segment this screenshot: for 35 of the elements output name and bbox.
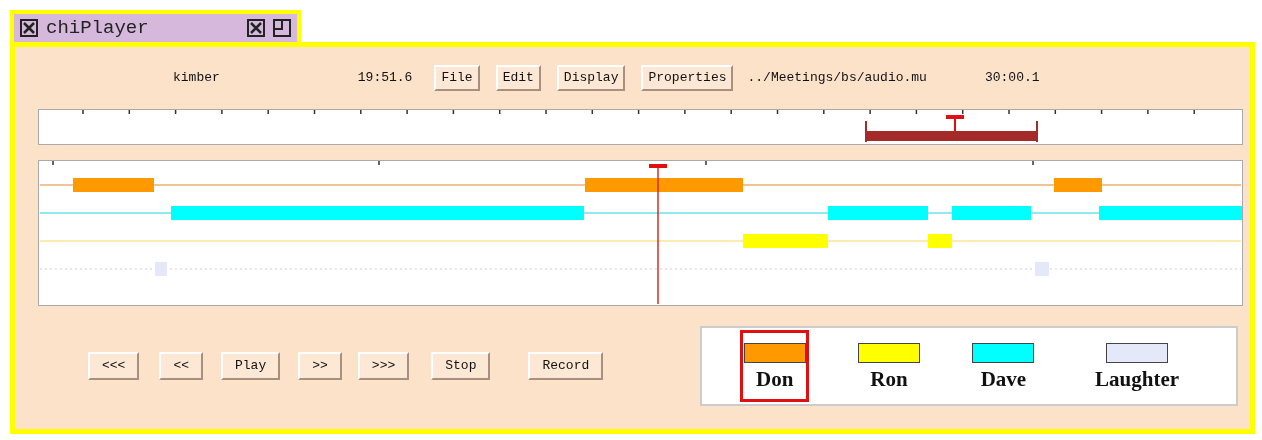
playhead-marker[interactable]: [946, 115, 964, 132]
speech-segment: [1054, 178, 1102, 192]
legend-item[interactable]: Don: [740, 330, 810, 402]
laughter-segment: [155, 262, 167, 276]
file-path: ../Meetings/bs/audio.mu: [747, 69, 927, 88]
menu-button[interactable]: Display: [556, 65, 626, 91]
menu-button[interactable]: Edit: [495, 65, 541, 91]
close-icon[interactable]: [20, 19, 38, 37]
speech-segment: [928, 234, 952, 248]
close-icon[interactable]: [247, 19, 265, 37]
menu-button[interactable]: Properties: [641, 65, 734, 91]
legend-label: Don: [756, 368, 794, 390]
window-title: chiPlayer: [46, 15, 150, 41]
legend-item[interactable]: Ron: [854, 330, 924, 402]
legend-label: Dave: [980, 368, 1027, 390]
transport-button[interactable]: Stop: [431, 352, 491, 380]
overview-ruler[interactable]: [38, 109, 1243, 145]
user-name: kimber: [173, 69, 220, 88]
transport-button[interactable]: Play: [221, 352, 281, 380]
playhead-line[interactable]: [649, 164, 667, 305]
legend-label: Laughter: [1095, 368, 1180, 390]
transport-button[interactable]: >>: [298, 352, 342, 380]
duration: 30:00.1: [984, 69, 1040, 88]
legend-item[interactable]: Dave: [968, 330, 1039, 402]
legend-label: Ron: [870, 368, 908, 390]
maximize-icon[interactable]: [273, 19, 291, 37]
current-time: 19:51.6: [357, 69, 413, 88]
laughter-segment: [1035, 262, 1049, 276]
transport-button[interactable]: <<: [159, 352, 203, 380]
transport-button[interactable]: <<<: [88, 352, 140, 380]
transport-button[interactable]: >>>: [357, 352, 410, 380]
menu-button[interactable]: File: [434, 65, 480, 91]
transport-button[interactable]: Record: [528, 352, 604, 380]
selection-bracket[interactable]: [865, 120, 1038, 143]
legend-item[interactable]: Laughter: [1083, 330, 1191, 402]
